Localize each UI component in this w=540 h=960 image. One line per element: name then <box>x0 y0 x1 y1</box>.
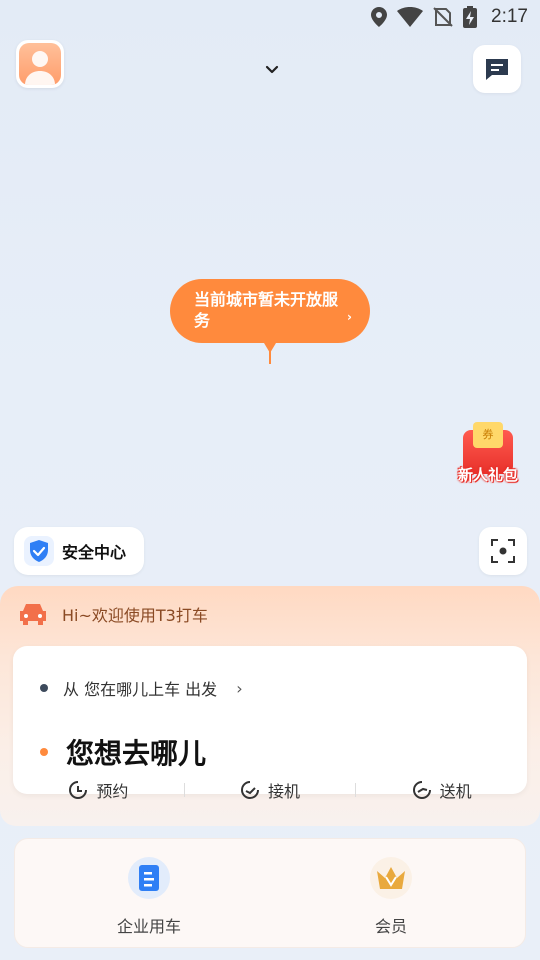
airport-pickup-label: 接机 <box>268 782 301 801</box>
avatar-button[interactable] <box>16 40 64 88</box>
wifi-icon <box>397 7 424 27</box>
vip-label: 会员 <box>374 917 407 936</box>
user-avatar-icon <box>19 43 61 85</box>
clock-icon <box>69 781 88 799</box>
no-sim-icon <box>433 7 453 27</box>
locate-icon <box>491 539 515 563</box>
destination-dot <box>40 748 48 756</box>
shield-icon <box>24 536 54 566</box>
message-icon <box>486 59 508 80</box>
pickup-text: 从 您在哪儿上车 出发 <box>63 680 218 699</box>
pickup-row[interactable]: 从 您在哪儿上车 出发 › <box>40 676 243 700</box>
location-icon <box>371 7 388 27</box>
services-bar: 企业用车 会员 <box>14 838 526 948</box>
city-selector-button[interactable] <box>262 60 282 80</box>
chevron-right-icon: › <box>347 310 352 324</box>
new-user-gift-button[interactable]: 券 新人礼包 <box>455 420 521 488</box>
quick-actions: 预约 接机 送机 <box>13 774 527 806</box>
airport-dropoff-button[interactable]: 送机 <box>356 778 527 802</box>
reserve-label: 预约 <box>96 782 129 801</box>
city-notice-bubble[interactable]: 当前城市暂未开放服务 › <box>170 279 370 343</box>
airport-pickup-button[interactable]: 接机 <box>185 778 356 802</box>
coupon-icon: 券 <box>473 422 503 448</box>
gift-label: 新人礼包 <box>457 466 518 484</box>
enterprise-button[interactable]: 企业用车 <box>89 857 209 937</box>
safety-center-label: 安全中心 <box>62 543 127 562</box>
welcome-bar: Hi~欢迎使用T3打车 <box>18 602 208 626</box>
chevron-down-icon <box>265 65 279 74</box>
car-icon <box>20 604 46 625</box>
destination-placeholder: 您想去哪儿 <box>66 737 207 770</box>
vip-button[interactable]: 会员 <box>331 857 451 937</box>
enterprise-label: 企业用车 <box>116 917 181 936</box>
destination-card: 从 您在哪儿上车 出发 › 您想去哪儿 <box>13 646 527 794</box>
safety-center-button[interactable]: 安全中心 <box>14 527 144 575</box>
clock-time: 2:17 <box>491 6 528 27</box>
destination-input[interactable]: 您想去哪儿 <box>40 732 206 772</box>
message-button[interactable] <box>473 45 521 93</box>
airport-dropoff-label: 送机 <box>439 782 472 801</box>
welcome-text: Hi~欢迎使用T3打车 <box>62 606 208 625</box>
plane-depart-icon <box>412 781 431 799</box>
enterprise-icon <box>128 857 170 899</box>
plane-arrive-icon <box>241 781 259 799</box>
locate-button[interactable] <box>479 527 527 575</box>
status-bar: 2:17 <box>0 0 540 36</box>
battery-charging-icon <box>463 6 478 28</box>
city-notice-text: 当前城市暂未开放服务 <box>194 290 339 330</box>
chevron-right-icon: › <box>236 678 243 698</box>
pickup-dot <box>40 684 48 692</box>
map-pin-line <box>269 350 271 364</box>
reserve-button[interactable]: 预约 <box>13 778 184 802</box>
vip-crown-icon <box>370 857 412 899</box>
